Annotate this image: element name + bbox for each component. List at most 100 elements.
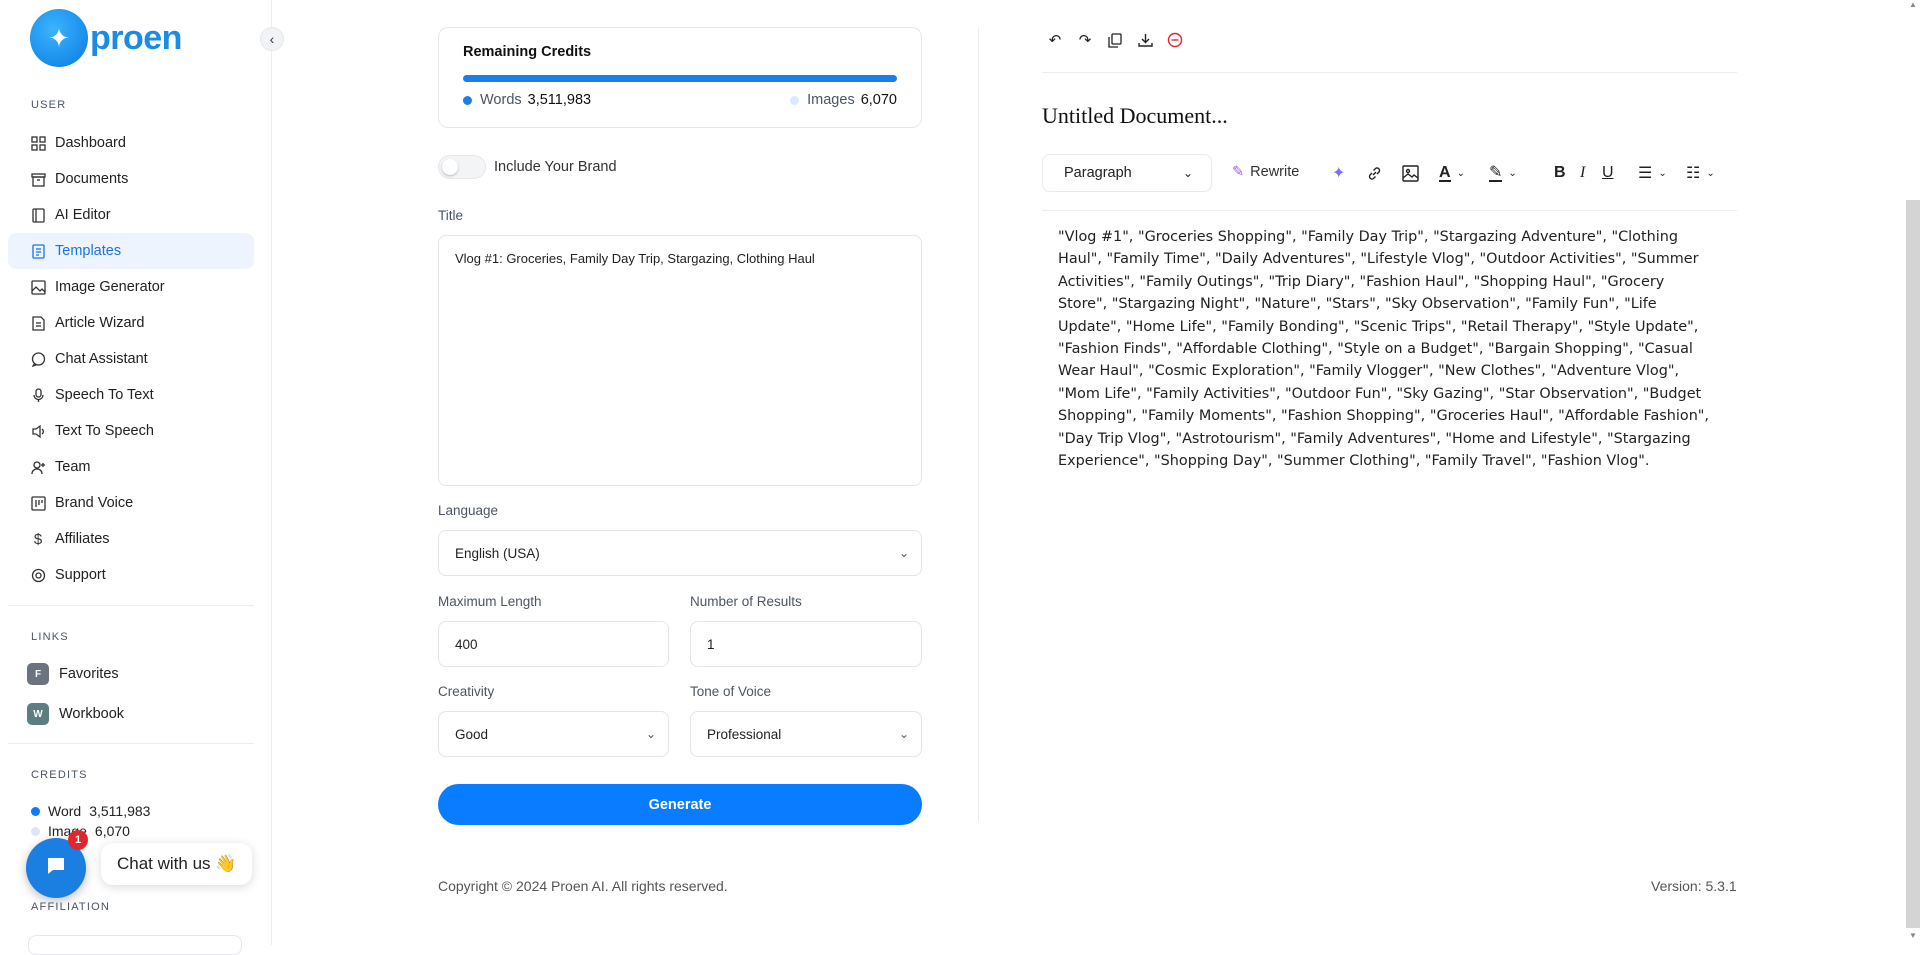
pencil-icon: ✎ bbox=[1232, 164, 1245, 180]
editor-divider bbox=[1042, 72, 1737, 73]
sidebar-item-label: Support bbox=[55, 567, 106, 583]
logo[interactable]: ✦ proen bbox=[30, 9, 182, 67]
user-plus-icon bbox=[30, 459, 46, 475]
copy-icon[interactable] bbox=[1106, 31, 1124, 49]
tone-value: Professional bbox=[707, 726, 782, 742]
sidebar-item-chat-assistant[interactable]: Chat Assistant bbox=[8, 341, 254, 377]
words-legend: Words 3,511,983 bbox=[463, 92, 591, 108]
words-value: 3,511,983 bbox=[527, 92, 592, 108]
bullet-list-icon[interactable]: ☰ ⌄ bbox=[1638, 162, 1667, 184]
credits-section-label: CREDITS bbox=[31, 769, 88, 781]
scroll-up-arrow[interactable]: ▲ bbox=[1906, 0, 1920, 14]
sidebar-item-brand-voice[interactable]: Brand Voice bbox=[8, 485, 254, 521]
max-length-label: Maximum Length bbox=[438, 594, 542, 609]
sparkle-icon[interactable]: ✦ bbox=[1332, 162, 1345, 184]
images-dot bbox=[790, 95, 800, 105]
generate-button[interactable]: Generate bbox=[438, 784, 922, 825]
sidebar-item-ai-editor[interactable]: AI Editor bbox=[8, 197, 254, 233]
title-label: Title bbox=[438, 208, 464, 223]
sidebar-item-label: Chat Assistant bbox=[55, 351, 148, 367]
sidebar-item-label: Templates bbox=[55, 243, 122, 259]
sidebar-item-text-to-speech[interactable]: Text To Speech bbox=[8, 413, 254, 449]
language-value: English (USA) bbox=[455, 545, 540, 561]
link-favorites[interactable]: F Favorites bbox=[27, 663, 119, 685]
article-icon bbox=[30, 315, 46, 331]
sidebar-item-support[interactable]: Support bbox=[8, 557, 254, 593]
text-color-icon[interactable]: A ⌄ bbox=[1439, 162, 1465, 184]
redo-icon[interactable]: ↷ bbox=[1076, 31, 1094, 49]
chevron-down-icon: ⌄ bbox=[898, 727, 909, 741]
sidebar-item-dashboard[interactable]: Dashboard bbox=[8, 125, 254, 161]
sidebar-divider bbox=[8, 743, 254, 744]
scroll-down-arrow[interactable]: ▼ bbox=[1906, 931, 1920, 945]
format-toolbar: Paragraph ⌄ ✎ Rewrite ✦ A ⌄ ✎ ⌄ B I U ☰ ⌄ ☷… bbox=[1042, 154, 1737, 211]
title-textarea[interactable]: Vlog #1: Groceries, Family Day Trip, Sta… bbox=[438, 235, 922, 486]
copyright-text: Copyright © 2024 Proen AI. All rights re… bbox=[438, 878, 728, 894]
notebook-icon bbox=[30, 207, 46, 223]
chevron-down-icon: ⌄ bbox=[1182, 166, 1193, 180]
image-icon[interactable] bbox=[1402, 162, 1419, 184]
remove-icon[interactable] bbox=[1166, 31, 1184, 49]
document-title[interactable]: Untitled Document... bbox=[1042, 103, 1228, 129]
rewrite-label: Rewrite bbox=[1250, 164, 1300, 180]
sidebar: ✦ proen USER Dashboard Documents AI Edit… bbox=[0, 0, 272, 955]
images-label: Images bbox=[807, 92, 855, 108]
undo-icon[interactable]: ↶ bbox=[1046, 31, 1064, 49]
mic-icon bbox=[30, 387, 46, 403]
sidebar-item-article-wizard[interactable]: Article Wizard bbox=[8, 305, 254, 341]
language-label: Language bbox=[438, 503, 499, 518]
max-length-input[interactable]: 400 bbox=[438, 621, 669, 667]
num-results-input[interactable]: 1 bbox=[690, 621, 922, 667]
image-credit-value: 6,070 bbox=[94, 823, 130, 839]
affiliation-section-label: AFFILIATION bbox=[31, 901, 111, 913]
include-brand-toggle[interactable] bbox=[438, 155, 486, 179]
words-label: Words bbox=[480, 92, 522, 108]
word-dot bbox=[31, 806, 40, 816]
sidebar-item-label: Team bbox=[55, 459, 91, 475]
paragraph-select[interactable]: Paragraph ⌄ bbox=[1042, 154, 1212, 192]
sidebar-item-templates[interactable]: Templates bbox=[8, 233, 254, 269]
bold-icon[interactable]: B bbox=[1554, 162, 1566, 184]
highlight-icon[interactable]: ✎ ⌄ bbox=[1489, 162, 1517, 184]
paragraph-select-value: Paragraph bbox=[1064, 165, 1132, 181]
sidebar-item-speech-to-text[interactable]: Speech To Text bbox=[8, 377, 254, 413]
images-legend: Images 6,070 bbox=[790, 92, 897, 108]
download-icon[interactable] bbox=[1136, 31, 1154, 49]
collapse-sidebar-button[interactable]: ‹ bbox=[260, 27, 284, 51]
brand-name: proen bbox=[90, 18, 182, 57]
tone-select[interactable]: Professional ⌄ bbox=[690, 711, 922, 757]
link-workbook[interactable]: W Workbook bbox=[27, 703, 124, 725]
grid-icon bbox=[30, 135, 46, 151]
sidebar-item-label: Text To Speech bbox=[55, 423, 154, 439]
sidebar-item-label: Brand Voice bbox=[55, 495, 134, 511]
chat-notification-badge: 1 bbox=[68, 830, 88, 850]
creativity-select[interactable]: Good ⌄ bbox=[438, 711, 669, 757]
underline-icon[interactable]: U bbox=[1602, 162, 1614, 184]
sidebar-item-label: Dashboard bbox=[55, 135, 126, 151]
images-value: 6,070 bbox=[860, 92, 897, 108]
lifebuoy-icon bbox=[30, 567, 46, 583]
sidebar-item-label: AI Editor bbox=[55, 207, 111, 223]
sidebar-item-documents[interactable]: Documents bbox=[8, 161, 254, 197]
dollar-icon: $ bbox=[33, 530, 43, 548]
editor-content[interactable]: "Vlog #1", "Groceries Shopping", "Family… bbox=[1058, 226, 1718, 472]
numbered-list-icon[interactable]: ☷ ⌄ bbox=[1686, 162, 1715, 184]
num-results-label: Number of Results bbox=[690, 594, 802, 609]
speaker-icon bbox=[30, 423, 46, 439]
language-select[interactable]: English (USA) ⌄ bbox=[438, 530, 922, 576]
scrollbar-thumb[interactable] bbox=[1906, 200, 1920, 928]
links-section-label: LINKS bbox=[31, 631, 69, 643]
sidebar-item-team[interactable]: Team bbox=[8, 449, 254, 485]
chevron-down-icon: ⌄ bbox=[898, 546, 909, 560]
include-brand-row: Include Your Brand bbox=[438, 155, 617, 179]
workbook-badge: W bbox=[27, 703, 49, 725]
link-icon[interactable] bbox=[1366, 162, 1383, 184]
tone-label: Tone of Voice bbox=[690, 684, 772, 699]
rewrite-button[interactable]: ✎ Rewrite bbox=[1232, 164, 1299, 180]
credits-legend: Words 3,511,983 Images 6,070 bbox=[463, 92, 897, 108]
sidebar-item-image-generator[interactable]: Image Generator bbox=[8, 269, 254, 305]
sidebar-item-affiliates[interactable]: $ Affiliates bbox=[8, 521, 254, 557]
chat-with-us-bubble[interactable]: Chat with us 👋 bbox=[101, 843, 253, 885]
italic-icon[interactable]: I bbox=[1580, 162, 1585, 184]
chat-bubble-icon bbox=[45, 855, 67, 882]
